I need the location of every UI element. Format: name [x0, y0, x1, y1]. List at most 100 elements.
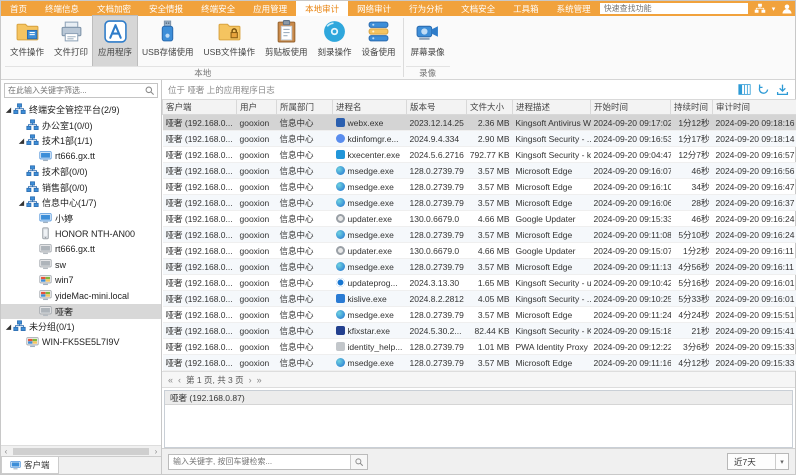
tree-node-哑奢[interactable]: 哑奢 — [1, 303, 161, 319]
column-header-用户[interactable]: 用户 — [236, 99, 277, 115]
column-header-文件大小[interactable]: 文件大小 — [466, 99, 513, 115]
refresh-icon[interactable] — [757, 83, 770, 96]
sidebar-hscrollbar[interactable]: ‹ › — [1, 445, 161, 456]
scroll-thumb[interactable] — [13, 447, 149, 455]
menu-tab-终端安全[interactable]: 终端安全 — [192, 1, 244, 16]
ribbon-button-剪贴板使用[interactable]: 剪贴板使用 — [260, 16, 313, 66]
keyword-input[interactable] — [169, 454, 350, 469]
collapse-caret-icon[interactable]: ◢ — [4, 106, 13, 114]
table-row[interactable]: 哑奢 (192.168.0... gooxion 信息中心 kfixstar.exe 2… — [162, 322, 796, 339]
tree-node-销售部(0/0)[interactable]: 销售部(0/0) — [1, 180, 161, 196]
tree-node-win7[interactable]: win7 — [1, 273, 161, 289]
collapse-caret-icon[interactable]: ◢ — [4, 323, 13, 331]
tree-node-yideMac-mini.local[interactable]: yideMac-mini.local — [1, 288, 161, 304]
keyword-search-button[interactable] — [350, 454, 367, 469]
date-range-button[interactable]: 近7天 ▾ — [727, 453, 789, 470]
table-row[interactable]: 哑奢 (192.168.0... gooxion 信息中心 kxecenter.exe… — [162, 146, 796, 163]
column-header-进程描述[interactable]: 进程描述 — [512, 99, 591, 115]
tree-node-小婷[interactable]: 小婷 — [1, 211, 161, 227]
collapse-caret-icon[interactable]: ◢ — [17, 199, 26, 207]
table-row[interactable]: 哑奢 (192.168.0... gooxion 信息中心 updater.exe 13… — [162, 242, 796, 259]
table-row[interactable]: 哑奢 (192.168.0... gooxion 信息中心 msedge.exe 128… — [162, 354, 796, 371]
cell-所属部门: 信息中心 — [276, 114, 333, 131]
table-row[interactable]: 哑奢 (192.168.0... gooxion 信息中心 updateprog...… — [162, 274, 796, 291]
column-header-审计时间[interactable]: 审计时间 — [712, 99, 796, 115]
menu-tab-文档加密[interactable]: 文档加密 — [88, 1, 140, 16]
menu-tab-本地审计[interactable]: 本地审计 — [296, 1, 349, 16]
column-header-开始时间[interactable]: 开始时间 — [590, 99, 671, 115]
menu-tab-首页[interactable]: 首页 — [1, 1, 36, 16]
quick-search-input[interactable] — [599, 3, 748, 14]
table-row[interactable]: 哑奢 (192.168.0... gooxion 信息中心 msedge.exe 128… — [162, 162, 796, 179]
tree-node-label: 办公室1(0/0) — [42, 120, 93, 131]
ribbon-button-应用程序[interactable]: 应用程序 — [92, 15, 139, 67]
ribbon-button-文件操作[interactable]: 文件操作 — [5, 16, 49, 66]
tab-clients[interactable]: 客户端 — [1, 457, 59, 474]
org-tree-icon[interactable] — [754, 3, 766, 15]
menu-tab-系统管理[interactable]: 系统管理 — [548, 1, 600, 16]
tree-node-sw[interactable]: sw — [1, 257, 161, 273]
tree-node-label: WIN-FK5SE5L7I9V — [42, 337, 120, 348]
ribbon-button-设备使用[interactable]: 设备使用 — [357, 16, 401, 66]
table-row[interactable]: 哑奢 (192.168.0... gooxion 信息中心 kdinfomgr.e..… — [162, 130, 796, 147]
column-header-持续时间[interactable]: 持续时间 — [670, 99, 713, 115]
tree-node-信息中心(1/7)[interactable]: ◢ 信息中心(1/7) — [1, 195, 161, 211]
tree-node-HONOR NTH-AN00[interactable]: HONOR NTH-AN00 — [1, 226, 161, 242]
ribbon-button-刻录操作[interactable]: 刻录操作 — [313, 16, 357, 66]
disc-icon — [322, 19, 347, 44]
table-row[interactable]: 哑奢 (192.168.0... gooxion 信息中心 msedge.exe 128… — [162, 258, 796, 275]
tree-node-技术部(0/0)[interactable]: 技术部(0/0) — [1, 164, 161, 180]
table-row[interactable]: 哑奢 (192.168.0... gooxion 信息中心 msedge.exe 128… — [162, 178, 796, 195]
tree-node-办公室1(0/0)[interactable]: 办公室1(0/0) — [1, 118, 161, 134]
table-row[interactable]: 哑奢 (192.168.0... gooxion 信息中心 msedge.exe 128… — [162, 226, 796, 243]
next-page-icon[interactable]: › — [249, 375, 252, 385]
cell-客户端: 哑奢 (192.168.0... — [162, 178, 237, 195]
usb-icon — [155, 19, 180, 44]
prev-page-icon[interactable]: ‹ — [178, 375, 181, 385]
last-page-icon[interactable]: » — [257, 375, 262, 385]
column-header-进程名[interactable]: 进程名 — [332, 99, 407, 115]
menu-tab-文档安全[interactable]: 文档安全 — [452, 1, 504, 16]
table-row[interactable]: 哑奢 (192.168.0... gooxion 信息中心 msedge.exe 128… — [162, 306, 796, 323]
tree-node-rt666.gx.tt[interactable]: rt666.gx.tt — [1, 149, 161, 165]
tree-node-WIN-FK5SE5L7I9V[interactable]: WIN-FK5SE5L7I9V — [1, 335, 161, 351]
table-row[interactable]: 哑奢 (192.168.0... gooxion 信息中心 webx.exe 2023.… — [162, 114, 796, 131]
ribbon-button-文件打印[interactable]: 文件打印 — [49, 16, 93, 66]
clients-icon — [10, 460, 21, 471]
scroll-right-icon[interactable]: › — [151, 447, 161, 456]
menu-tabs: 首页 终端信息 文档加密 安全情报 终端安全 应用管理 本地审计 网络审计 行为分析 文档安全 工具… — [1, 1, 600, 16]
columns-icon[interactable] — [738, 83, 751, 96]
tree-node-未分组(0/1)[interactable]: ◢ 未分组(0/1) — [1, 319, 161, 335]
process-cell: msedge.exe — [335, 358, 404, 368]
cell-版本号: 2024.8.2.2812 — [406, 290, 467, 307]
table-row[interactable]: 哑奢 (192.168.0... gooxion 信息中心 updater.exe 13… — [162, 210, 796, 227]
column-header-版本号[interactable]: 版本号 — [406, 99, 467, 115]
ribbon-button-USB存储使用[interactable]: USB存储使用 — [137, 16, 198, 66]
export-icon[interactable] — [776, 83, 789, 96]
tree-node-技术1部(1/1)[interactable]: ◢ 技术1部(1/1) — [1, 133, 161, 149]
scroll-left-icon[interactable]: ‹ — [1, 447, 11, 456]
menu-tab-应用管理[interactable]: 应用管理 — [244, 1, 296, 16]
ribbon-button-USB文件操作[interactable]: USB文件操作 — [199, 16, 260, 66]
ribbon-button-屏幕录像[interactable]: 屏幕录像 — [406, 16, 450, 66]
tree-node-终端安全管控平台(2/9)[interactable]: ◢ 终端安全管控平台(2/9) — [1, 102, 161, 118]
menu-tab-工具箱[interactable]: 工具箱 — [504, 1, 548, 16]
menu-tab-安全情报[interactable]: 安全情报 — [140, 1, 192, 16]
menu-tab-终端信息[interactable]: 终端信息 — [36, 1, 88, 16]
collapse-caret-icon[interactable]: ◢ — [17, 137, 26, 145]
table-row[interactable]: 哑奢 (192.168.0... gooxion 信息中心 msedge.exe 128… — [162, 194, 796, 211]
user-menu[interactable]: admin — [781, 3, 796, 15]
menu-tab-行为分析[interactable]: 行为分析 — [400, 1, 452, 16]
tree-node-rt666.gx.tt[interactable]: rt666.gx.tt — [1, 242, 161, 258]
sidebar-filter-input[interactable] — [5, 86, 144, 95]
cell-审计时间: 2024-09-20 09:16:01 — [712, 274, 796, 291]
column-header-客户端[interactable]: 客户端 — [162, 99, 237, 115]
column-header-所属部门[interactable]: 所属部门 — [276, 99, 333, 115]
first-page-icon[interactable]: « — [168, 375, 173, 385]
search-icon[interactable] — [144, 85, 155, 96]
table-row[interactable]: 哑奢 (192.168.0... gooxion 信息中心 kislive.exe 20… — [162, 290, 796, 307]
cell-开始时间: 2024-09-20 09:16:06 — [590, 194, 671, 211]
caret-down-icon[interactable]: ▾ — [772, 5, 776, 13]
table-row[interactable]: 哑奢 (192.168.0... gooxion 信息中心 identity_help… — [162, 338, 796, 355]
menu-tab-网络审计[interactable]: 网络审计 — [348, 1, 400, 16]
